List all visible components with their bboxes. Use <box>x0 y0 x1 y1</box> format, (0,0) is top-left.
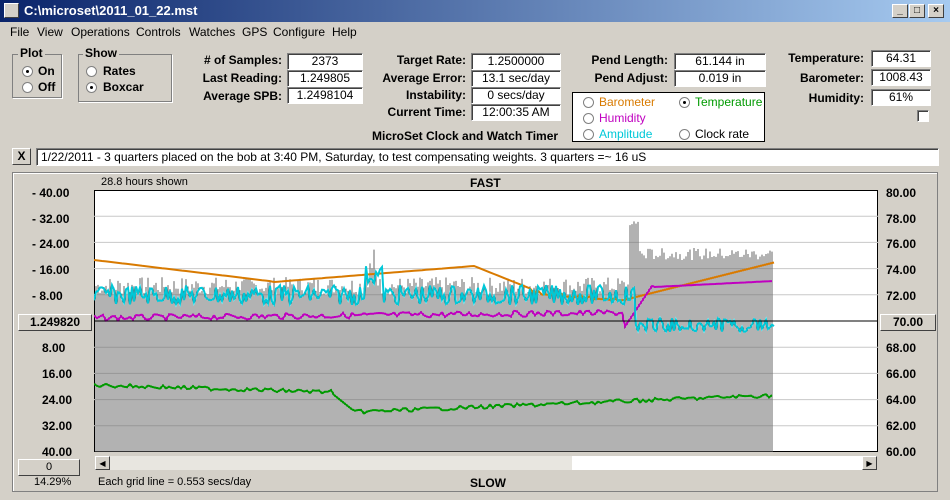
menu-configure[interactable]: Configure <box>273 25 325 39</box>
pend-length-value: 61.144 in <box>674 53 766 70</box>
pend-adjust-value: 0.019 in <box>674 70 766 87</box>
close-button[interactable]: × <box>928 4 944 18</box>
right-tick: 74.00 <box>886 263 917 277</box>
plot-on-radio[interactable] <box>22 66 33 77</box>
show-group <box>78 54 172 102</box>
left-center-value[interactable]: 1.249820 <box>18 314 92 331</box>
humidity-label: Humidity: <box>808 91 864 105</box>
right-center-value[interactable]: 70.00 <box>880 314 936 331</box>
average-spb-label: Average SPB: <box>203 89 282 103</box>
left-tick: 40.00 <box>42 445 73 459</box>
plot-on-label: On <box>38 64 55 78</box>
left-tick: - 40.00 <box>32 186 70 200</box>
left-tick: 8.00 <box>42 341 66 355</box>
plot-group-title: Plot <box>18 46 45 60</box>
temperature-radio[interactable] <box>679 97 690 108</box>
scroll-right-icon[interactable]: ▶ <box>862 456 877 470</box>
pend-length-label: Pend Length: <box>591 53 668 67</box>
clock-rate-radio[interactable] <box>679 129 690 140</box>
note-field[interactable]: 1/22/2011 - 3 quarters placed on the bob… <box>36 148 939 166</box>
barometer-value: 1008.43 <box>871 69 931 86</box>
left-tick: 32.00 <box>42 419 73 433</box>
plot-off-label: Off <box>38 80 56 94</box>
plot-area <box>94 190 878 452</box>
left-tick: - 32.00 <box>32 212 70 226</box>
minimize-button[interactable]: _ <box>892 4 908 18</box>
menu-watches[interactable]: Watches <box>189 25 235 39</box>
current-time-label: Current Time: <box>387 105 466 119</box>
show-group-title: Show <box>83 46 119 60</box>
target-rate-value: 1.2500000 <box>471 53 561 70</box>
left-tick: - 8.00 <box>32 289 63 303</box>
grid-info: Each grid line = 0.553 secs/day <box>98 476 252 488</box>
right-tick: 78.00 <box>886 212 917 226</box>
plot-off-radio[interactable] <box>22 82 33 93</box>
right-tick: 62.00 <box>886 419 917 433</box>
humidity-checkbox[interactable] <box>917 110 929 122</box>
left-tick: 24.00 <box>42 393 73 407</box>
temperature-option: Temperature <box>695 95 763 109</box>
left-tick: - 24.00 <box>32 237 70 251</box>
menu-bar: File View Operations Controls Watches GP… <box>0 22 950 42</box>
barometer-option: Barometer <box>599 95 656 109</box>
slow-label: SLOW <box>470 476 506 490</box>
note-close-button[interactable]: X <box>12 148 31 165</box>
humidity-option: Humidity <box>599 111 646 125</box>
right-tick: 68.00 <box>886 341 917 355</box>
humidity-radio[interactable] <box>583 113 594 124</box>
current-time-value: 12:00:35 AM <box>471 104 561 121</box>
menu-view[interactable]: View <box>37 25 63 39</box>
right-tick: 66.00 <box>886 367 917 381</box>
title-bar: C:\microset\2011_01_22.mst _ □ × <box>0 0 950 22</box>
show-boxcar-radio[interactable] <box>86 82 97 93</box>
app-title: MicroSet Clock and Watch Timer <box>372 129 559 143</box>
right-tick: 72.00 <box>886 289 917 303</box>
pend-adjust-label: Pend Adjust: <box>594 71 668 85</box>
average-error-value: 13.1 sec/day <box>471 70 561 87</box>
instability-label: Instability: <box>405 88 466 102</box>
hours-shown: 28.8 hours shown <box>101 176 188 188</box>
fast-label: FAST <box>470 176 501 190</box>
right-tick: 60.00 <box>886 445 917 459</box>
amplitude-option: Amplitude <box>599 127 653 141</box>
right-tick: 64.00 <box>886 393 917 407</box>
average-spb-value: 1.2498104 <box>287 87 363 104</box>
left-tick: 16.00 <box>42 367 73 381</box>
target-rate-label: Target Rate: <box>396 53 466 67</box>
maximize-button[interactable]: □ <box>909 4 925 18</box>
scroll-left-icon[interactable]: ◀ <box>95 456 110 470</box>
percent-label: 14.29% <box>34 476 72 488</box>
instability-value: 0 secs/day <box>471 87 561 104</box>
humidity-value: 61% <box>871 89 931 106</box>
menu-controls[interactable]: Controls <box>136 25 181 39</box>
spin-value-button[interactable]: 0 <box>18 459 80 476</box>
show-rates-label: Rates <box>103 64 136 78</box>
last-reading-value: 1.249805 <box>287 70 363 87</box>
menu-operations[interactable]: Operations <box>71 25 130 39</box>
barometer-radio[interactable] <box>583 97 594 108</box>
window-title: C:\microset\2011_01_22.mst <box>24 3 198 18</box>
horizontal-scrollbar[interactable]: ◀ ▶ <box>94 455 878 471</box>
last-reading-label: Last Reading: <box>202 71 282 85</box>
barometer-label: Barometer: <box>799 71 864 85</box>
menu-file[interactable]: File <box>10 25 29 39</box>
temperature-label: Temperature: <box>788 51 864 65</box>
menu-gps[interactable]: GPS <box>242 25 267 39</box>
left-tick: - 16.00 <box>32 263 70 277</box>
show-boxcar-label: Boxcar <box>103 80 144 94</box>
series-selector: Barometer Temperature Humidity Amplitude… <box>572 92 765 142</box>
right-tick: 80.00 <box>886 186 917 200</box>
app-icon <box>4 3 19 18</box>
menu-help[interactable]: Help <box>332 25 357 39</box>
show-rates-radio[interactable] <box>86 66 97 77</box>
clock-rate-option: Clock rate <box>695 127 750 141</box>
samples-value: 2373 <box>287 53 363 70</box>
scroll-thumb[interactable] <box>572 456 863 470</box>
right-tick: 76.00 <box>886 237 917 251</box>
temperature-value: 64.31 <box>871 50 931 67</box>
average-error-label: Average Error: <box>382 71 466 85</box>
samples-label: # of Samples: <box>203 53 282 67</box>
amplitude-radio[interactable] <box>583 129 594 140</box>
